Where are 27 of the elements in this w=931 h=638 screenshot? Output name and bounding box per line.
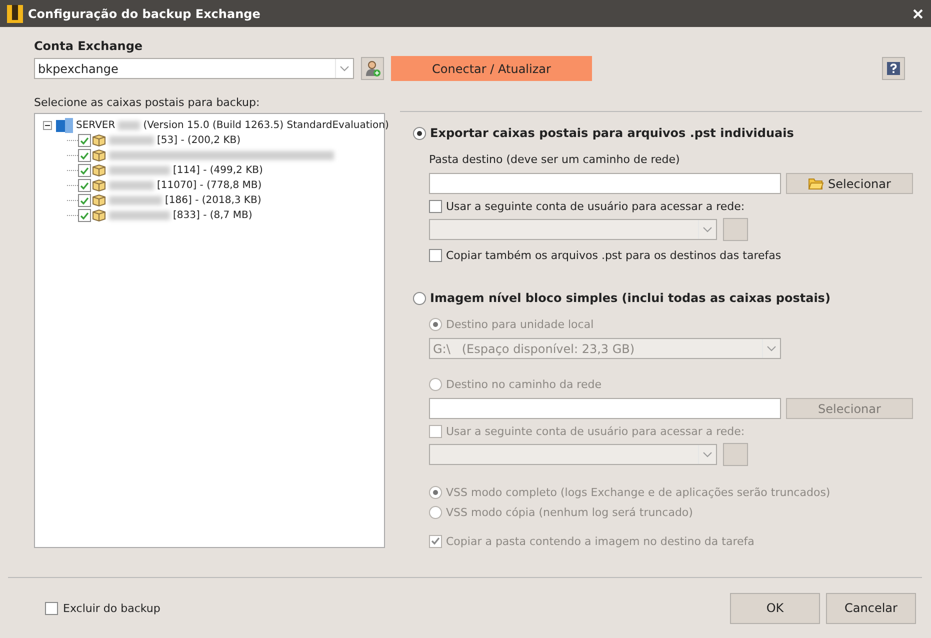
option-label: Exportar caixas postais para arquivos .pst individuais	[430, 126, 794, 140]
checkbox-label: Usar a seguinte conta de usuário para acessar a rede:	[446, 200, 745, 212]
checkbox-label: Copiar também os arquivos .pst para os destinos das tarefas	[446, 248, 782, 262]
connect-button[interactable]: Conectar / Atualizar	[391, 56, 592, 81]
mailbox-size: [11070] - (778,8 MB)	[157, 180, 262, 191]
select-button[interactable]: Selecionar	[786, 173, 913, 194]
mailbox-size: [114] - (499,2 KB)	[173, 165, 263, 176]
checkbox-label: Usar a seguinte conta de usuário para acessar a rede:	[446, 424, 745, 438]
server-version: (Version 15.0 (Build 1263.5) StandardEvaluation)	[143, 120, 389, 131]
mailbox-size: [833] - (8,7 MB)	[173, 210, 252, 221]
radio-label: Destino para unidade local	[446, 318, 594, 330]
window-title: Configuração do backup Exchange	[28, 6, 262, 20]
checkbox-label: Copiar a pasta contendo a imagem no destino da tarefa	[446, 534, 754, 548]
mailbox-size: [186] - (2018,3 KB)	[165, 195, 262, 206]
field-label: Pasta destino (deve ser um caminho de rede)	[429, 152, 680, 166]
account-label: Conta Exchange	[34, 39, 143, 53]
radio-label: VSS modo cópia (nenhum log será truncado)	[446, 506, 693, 518]
radio-label: Destino no caminho da rede	[446, 378, 602, 390]
account-dropdown[interactable]: bkpexchange	[34, 58, 354, 79]
mailbox-list-label: Selecione as caixas postais para backup:	[34, 96, 260, 109]
dialog-button[interactable]: OK	[730, 592, 820, 624]
dialog-button[interactable]: Cancelar	[826, 592, 916, 624]
option-label: Imagem nível bloco simples (inclui todas as caixas postais)	[430, 291, 830, 305]
server-name: SERVER	[76, 120, 116, 131]
checkbox-label: Excluir do backup	[63, 602, 160, 614]
radio-label: VSS modo completo (logs Exchange e de aplicações serão truncados)	[446, 486, 830, 498]
mailbox-size: [53] - (200,2 KB)	[157, 135, 241, 146]
